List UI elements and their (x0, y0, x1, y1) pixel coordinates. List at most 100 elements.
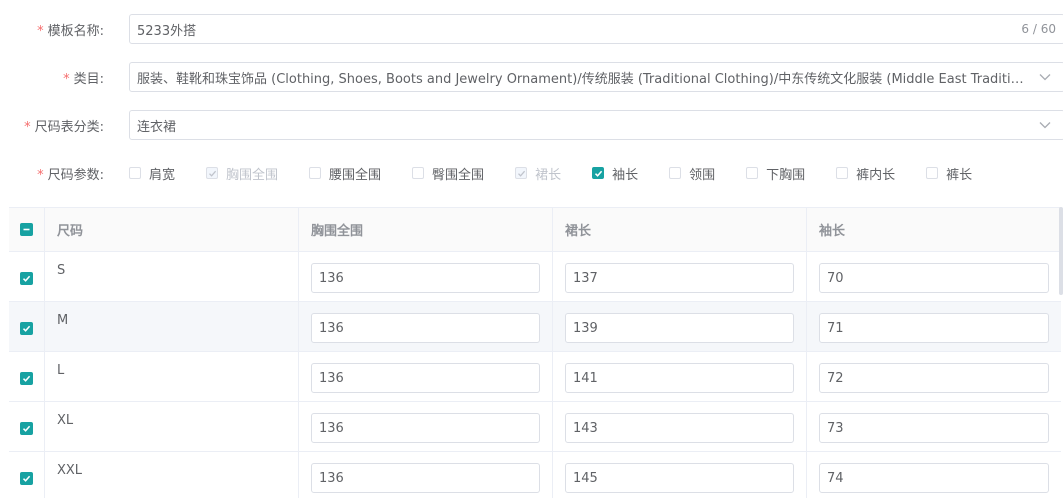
header-skirt-length: 裙长 (553, 208, 807, 251)
table-row: XXL 136 145 74 (9, 452, 1061, 498)
sleeve-length-cell: 71 (807, 302, 1061, 351)
size-cell: S (45, 252, 299, 301)
row-checkbox[interactable] (20, 322, 33, 335)
size-param-checkbox[interactable] (309, 167, 322, 179)
skirt-length-cell: 139 (553, 302, 807, 351)
skirt-length-input[interactable]: 141 (565, 363, 794, 393)
skirt-length-input[interactable]: 139 (565, 313, 794, 343)
size-param-checkbox[interactable] (746, 167, 759, 179)
row-select-cell (9, 302, 45, 351)
size-chart-class-row: * 尺码表分类: 连衣裙 (0, 110, 1063, 140)
row-select-cell (9, 402, 45, 451)
category-value: 服装、鞋靴和珠宝饰品 (Clothing, Shoes, Boots and J… (137, 71, 1024, 87)
chest-input[interactable]: 136 (311, 363, 540, 393)
size-param-checkbox[interactable] (412, 167, 425, 179)
size-params-row: * 尺码参数: 肩宽 胸围全围 腰围全围 臀围全围 裙长 袖长 领围 下胸围 裤内长 裤长 (0, 161, 1063, 185)
size-param-option: 裙长 (515, 164, 561, 183)
size-table: 尺码 胸围全围 裙长 袖长 S 136 137 70 M 136 139 71 L 136 141 7… (9, 207, 1061, 498)
size-param-option[interactable]: 腰围全围 (309, 164, 381, 183)
skirt-length-input[interactable]: 143 (565, 413, 794, 443)
row-select-cell (9, 252, 45, 301)
size-param-checkbox[interactable] (592, 167, 605, 179)
size-cell: L (45, 352, 299, 401)
chest-cell: 136 (299, 352, 553, 401)
template-name-input[interactable]: 5233外搭 6 / 60 (129, 14, 1063, 44)
sleeve-length-cell: 70 (807, 252, 1061, 301)
category-select[interactable]: 服装、鞋靴和珠宝饰品 (Clothing, Shoes, Boots and J… (129, 62, 1063, 92)
table-row: XL 136 143 73 (9, 402, 1061, 452)
table-row: S 136 137 70 (9, 252, 1061, 302)
skirt-length-input[interactable]: 145 (565, 463, 794, 493)
size-param-checkbox[interactable] (669, 167, 682, 179)
size-params-group: 肩宽 胸围全围 腰围全围 臀围全围 裙长 袖长 领围 下胸围 裤内长 裤长 (129, 161, 1003, 185)
template-name-value: 5233外搭 (137, 23, 197, 39)
size-param-label: 领围 (689, 167, 716, 183)
chest-input[interactable]: 136 (311, 413, 540, 443)
size-chart-class-value: 连衣裙 (137, 119, 177, 135)
chest-cell: 136 (299, 302, 553, 351)
skirt-length-cell: 143 (553, 402, 807, 451)
chest-input[interactable]: 136 (311, 463, 540, 493)
row-checkbox[interactable] (20, 272, 33, 285)
chest-input[interactable]: 136 (311, 263, 540, 293)
size-param-option[interactable]: 肩宽 (129, 164, 175, 183)
header-size: 尺码 (45, 208, 299, 251)
row-checkbox[interactable] (20, 472, 33, 485)
template-name-row: * 模板名称: 5233外搭 6 / 60 (0, 14, 1063, 44)
size-param-checkbox[interactable] (836, 167, 849, 179)
sleeve-length-cell: 73 (807, 402, 1061, 451)
size-param-option[interactable]: 裤长 (926, 164, 972, 183)
table-row: M 136 139 71 (9, 302, 1061, 352)
row-select-cell (9, 452, 45, 498)
size-param-label: 腰围全围 (329, 167, 382, 183)
chest-input[interactable]: 136 (311, 313, 540, 343)
category-label: * 类目: (63, 71, 104, 87)
size-param-checkbox[interactable] (926, 167, 939, 179)
size-params-label: * 尺码参数: (37, 167, 104, 183)
size-chart-class-label: * 尺码表分类: (24, 119, 104, 135)
size-cell: M (45, 302, 299, 351)
size-param-label: 袖长 (612, 167, 639, 183)
table-body: S 136 137 70 M 136 139 71 L 136 141 72 XL 136 143 73 XXL… (9, 252, 1061, 498)
table-scrollbar[interactable] (1059, 207, 1063, 295)
size-param-checkbox (515, 167, 528, 179)
row-checkbox[interactable] (20, 422, 33, 435)
category-row: * 类目: 服装、鞋靴和珠宝饰品 (Clothing, Shoes, Boots … (0, 62, 1063, 92)
size-param-option[interactable]: 袖长 (592, 164, 638, 183)
size-param-option[interactable]: 裤内长 (836, 164, 895, 183)
skirt-length-cell: 141 (553, 352, 807, 401)
table-row: L 136 141 72 (9, 352, 1061, 402)
chest-cell: 136 (299, 402, 553, 451)
size-param-checkbox[interactable] (129, 167, 141, 179)
header-chest: 胸围全围 (299, 208, 553, 251)
sleeve-length-input[interactable]: 73 (819, 413, 1049, 443)
skirt-length-input[interactable]: 137 (565, 263, 794, 293)
size-param-checkbox (206, 167, 219, 179)
size-param-label: 肩宽 (149, 167, 176, 183)
sleeve-length-cell: 72 (807, 352, 1061, 401)
size-cell: XL (45, 402, 299, 451)
size-param-label: 裤内长 (856, 167, 896, 183)
sleeve-length-input[interactable]: 71 (819, 313, 1049, 343)
size-param-label: 裤长 (946, 167, 973, 183)
sleeve-length-input[interactable]: 72 (819, 363, 1049, 393)
sleeve-length-input[interactable]: 74 (819, 463, 1049, 493)
skirt-length-cell: 137 (553, 252, 807, 301)
size-param-label: 裙长 (535, 167, 562, 183)
size-param-label: 臀围全围 (432, 167, 485, 183)
chest-cell: 136 (299, 452, 553, 498)
select-all-checkbox[interactable] (20, 223, 33, 236)
sleeve-length-input[interactable]: 70 (819, 263, 1049, 293)
row-checkbox[interactable] (20, 372, 33, 385)
size-chart-class-select[interactable]: 连衣裙 (129, 110, 1063, 140)
size-param-option[interactable]: 下胸围 (746, 164, 805, 183)
size-param-option[interactable]: 领围 (669, 164, 715, 183)
chevron-down-icon (1034, 70, 1056, 84)
template-name-label: * 模板名称: (37, 23, 104, 39)
size-param-label: 下胸围 (766, 167, 806, 183)
row-select-cell (9, 352, 45, 401)
size-param-option[interactable]: 臀围全围 (412, 164, 484, 183)
header-sleeve-length: 袖长 (819, 224, 846, 239)
size-param-label: 胸围全围 (226, 167, 279, 183)
size-param-option: 胸围全围 (206, 164, 278, 183)
